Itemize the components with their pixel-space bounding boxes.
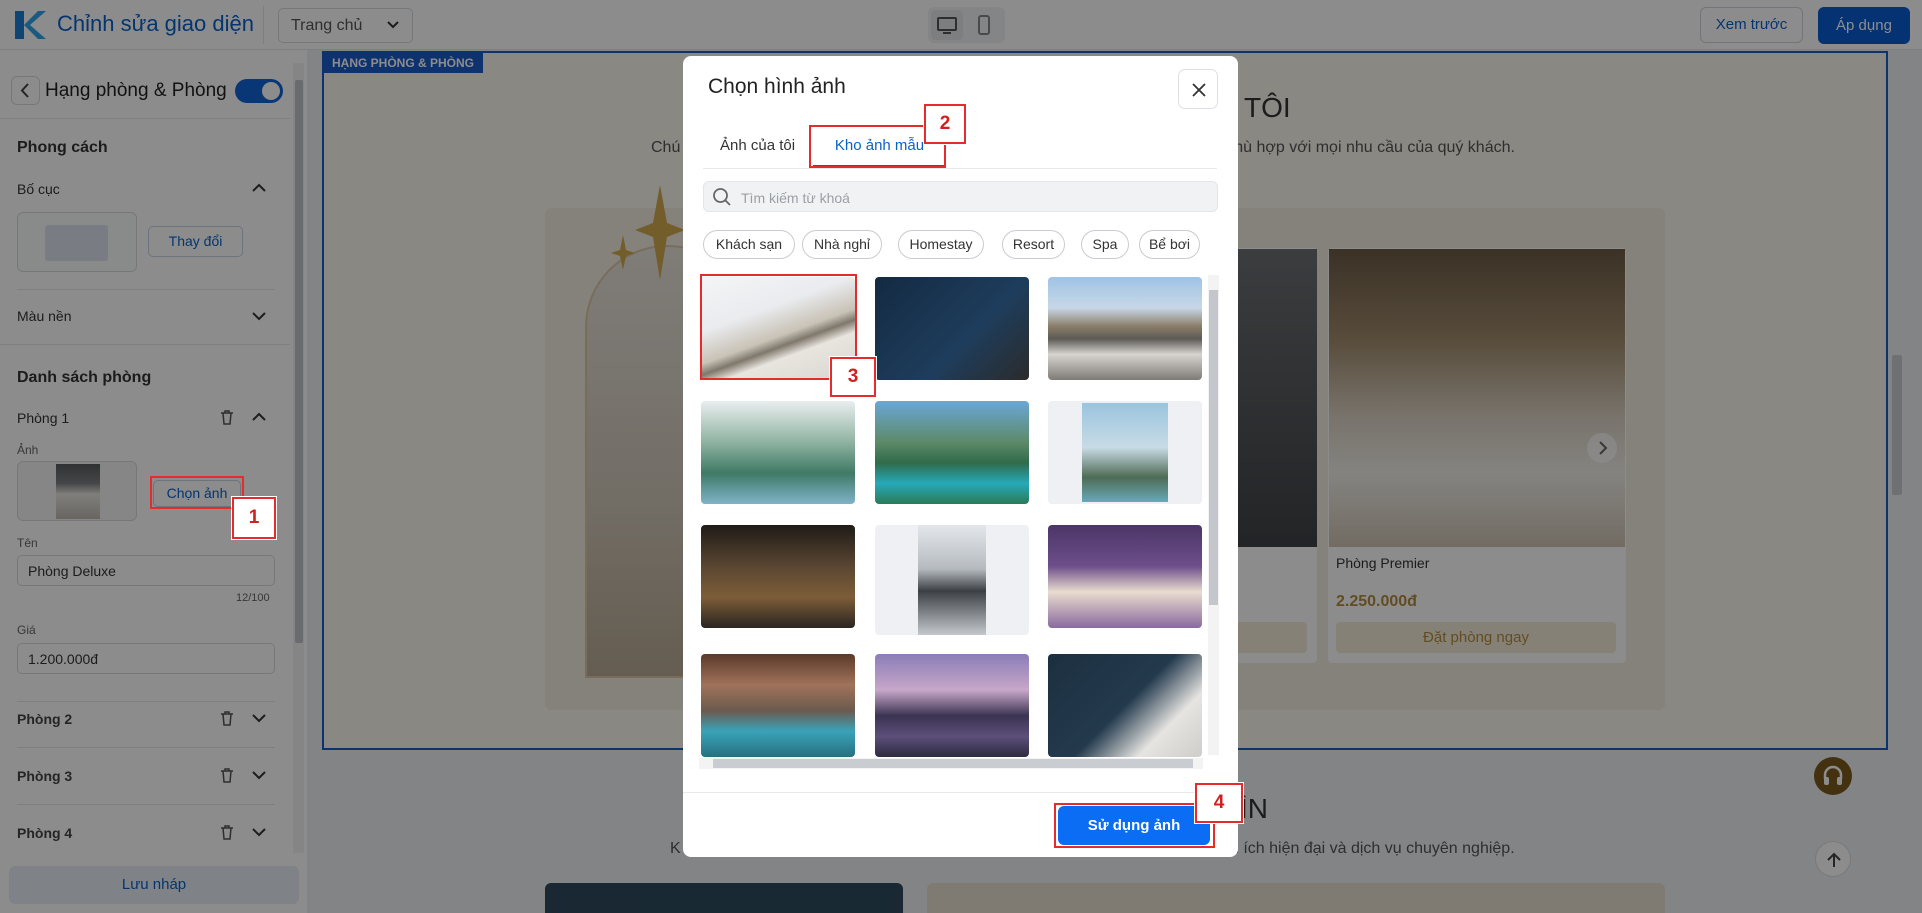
gallery-image-corridor[interactable] [701, 525, 855, 628]
close-icon [1192, 83, 1206, 97]
gallery-image-tropical-pool[interactable] [875, 401, 1029, 504]
annotation-badge-4: 4 [1195, 783, 1243, 823]
close-button[interactable] [1178, 69, 1218, 109]
gallery-image-purple-room[interactable] [1048, 525, 1202, 628]
gallery-image-palms[interactable] [1048, 401, 1202, 504]
chip-guesthouse[interactable]: Nhà nghỉ [802, 230, 882, 259]
search-placeholder: Tìm kiếm từ khoá [741, 190, 850, 206]
gallery-image-indoor-pool[interactable] [701, 654, 855, 757]
gallery-image-courtyard[interactable] [701, 401, 855, 504]
gallery-scroll-thumb[interactable] [1209, 290, 1218, 605]
dialog-title: Chọn hình ảnh [708, 75, 846, 98]
annotation-badge-1: 1 [232, 497, 276, 539]
gallery-horizontal-thumb[interactable] [713, 759, 1193, 768]
annotation-badge-3: 3 [830, 357, 876, 397]
gallery-image-mountain-deck[interactable] [1048, 277, 1202, 380]
annotation-badge-2: 2 [924, 104, 966, 144]
gallery-image-staircase[interactable] [875, 525, 1029, 635]
gallery-image-hotel-sign[interactable] [875, 277, 1029, 380]
tab-my-images[interactable]: Ảnh của tôi [720, 128, 795, 168]
chip-hotel[interactable]: Khách sạn [703, 230, 795, 259]
tab-divider [703, 168, 1217, 169]
chip-resort[interactable]: Resort [1002, 230, 1065, 259]
chip-spa[interactable]: Spa [1081, 230, 1129, 259]
search-icon [713, 188, 731, 206]
dialog-footer-divider [683, 792, 1238, 793]
chip-pool[interactable]: Bể bơi [1139, 230, 1200, 259]
chip-homestay[interactable]: Homestay [898, 230, 984, 259]
search-input[interactable]: Tìm kiếm từ khoá [703, 181, 1218, 212]
annotation-box-4 [1054, 803, 1215, 848]
annotation-box-1 [150, 476, 244, 509]
gallery-image-dark-bedroom[interactable] [1048, 654, 1202, 757]
gallery-image-sunset-pool[interactable] [875, 654, 1029, 757]
